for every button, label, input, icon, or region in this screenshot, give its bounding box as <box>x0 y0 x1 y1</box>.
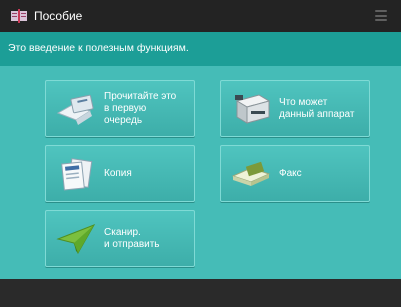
fax-button[interactable]: Факс <box>220 145 370 202</box>
bottom-bar <box>0 279 401 307</box>
copy-documents-icon <box>61 158 93 191</box>
intro-text: Это введение к полезным функциям. <box>8 42 189 54</box>
fax-icon <box>231 161 271 186</box>
page-title: Пособие <box>34 9 83 23</box>
printer-device-icon <box>235 94 271 124</box>
read-first-label: Прочитайте это в первую очередь <box>104 90 177 126</box>
copy-button[interactable]: Копия <box>45 145 195 202</box>
copy-label: Копия <box>104 167 132 179</box>
scan-send-icon <box>56 224 96 255</box>
title-bar: Пособие <box>0 0 401 32</box>
intro-banner: Это введение к полезным функциям. <box>0 32 401 66</box>
menu-area: Прочитайте это в первую очередь Что може… <box>0 66 401 279</box>
read-first-icon <box>56 94 94 125</box>
read-first-button[interactable]: Прочитайте это в первую очередь <box>45 80 195 137</box>
menu-icon[interactable] <box>375 10 387 21</box>
scan-send-label: Сканир. и отправить <box>104 226 160 250</box>
device-features-button[interactable]: Что может данный аппарат <box>220 80 370 137</box>
scan-send-button[interactable]: Сканир. и отправить <box>45 210 195 267</box>
fax-label: Факс <box>279 167 302 179</box>
device-features-label: Что может данный аппарат <box>279 96 355 120</box>
book-icon <box>11 9 27 23</box>
tutorial-screen: Пособие Это введение к полезным функциям… <box>0 0 401 307</box>
